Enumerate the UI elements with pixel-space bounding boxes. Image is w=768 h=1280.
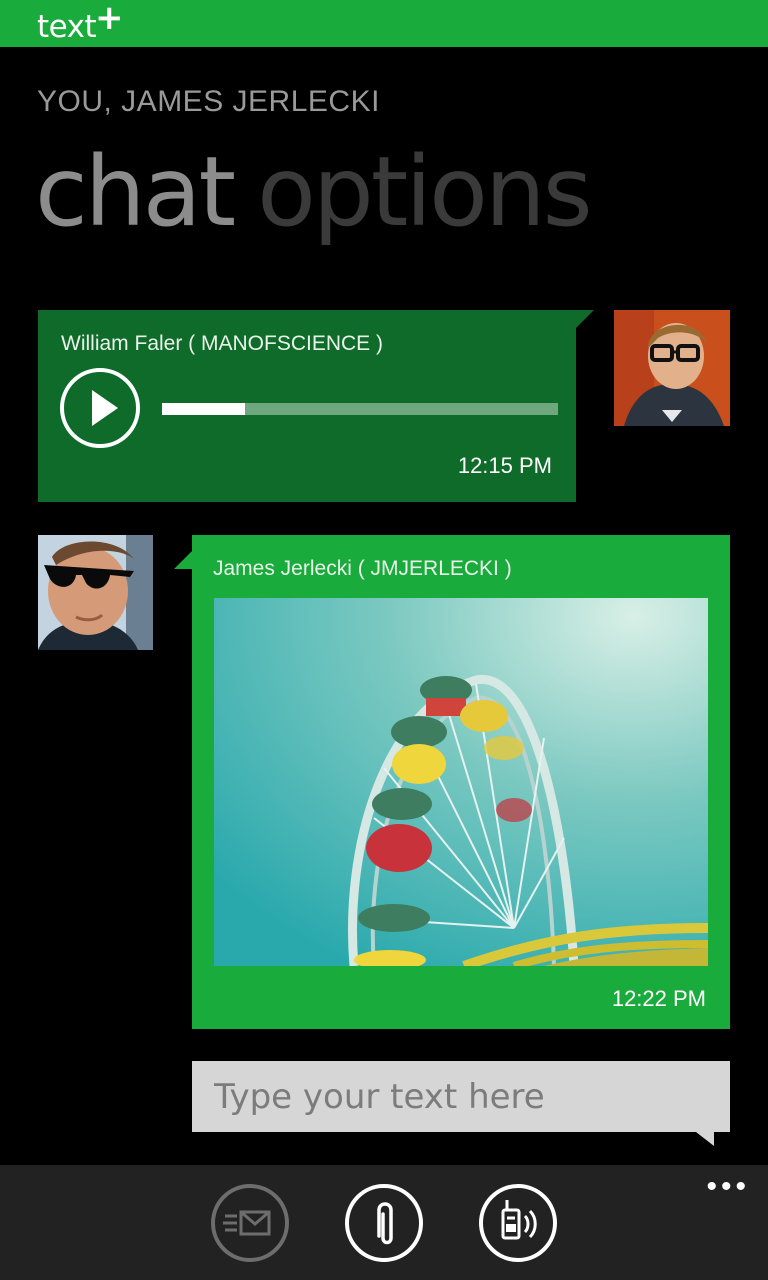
pivot-tab-options[interactable]: options bbox=[257, 136, 593, 248]
app-title-bar: text + bbox=[0, 0, 768, 47]
conversation-title: YOU, JAMES JERLECKI bbox=[37, 85, 380, 118]
app-logo: text bbox=[37, 9, 97, 45]
ferris-wheel-image bbox=[214, 598, 708, 966]
bubble-tail bbox=[174, 551, 192, 569]
walkie-talkie-icon-glyph bbox=[501, 1200, 537, 1240]
message-bubble-incoming: William Faler ( MANOFSCIENCE ) 12:15 PM bbox=[38, 310, 576, 502]
pivot-header: chat options bbox=[35, 132, 593, 252]
message-sender: William Faler ( MANOFSCIENCE ) bbox=[61, 332, 384, 355]
bubble-tail bbox=[576, 310, 594, 328]
avatar-photo bbox=[614, 310, 730, 426]
pivot-tab-chat[interactable]: chat bbox=[35, 136, 236, 248]
more-options-icon[interactable]: ••• bbox=[706, 1172, 750, 1202]
compose-tail bbox=[696, 1132, 714, 1146]
application-bar: ••• bbox=[0, 1165, 768, 1280]
message-input[interactable] bbox=[192, 1061, 730, 1132]
paperclip-icon[interactable] bbox=[345, 1184, 423, 1262]
audio-progress-fill bbox=[162, 403, 246, 415]
audio-progress-bar[interactable] bbox=[162, 403, 558, 415]
avatar-james-jerlecki[interactable] bbox=[38, 535, 153, 650]
avatar-william-faler[interactable] bbox=[614, 310, 730, 426]
avatar-photo bbox=[38, 535, 153, 650]
message-bubble-outgoing: James Jerlecki ( JMJERLECKI ) 12:22 PM bbox=[192, 535, 730, 1029]
app-logo-plus: + bbox=[95, 0, 124, 38]
compose-box bbox=[192, 1061, 730, 1132]
shared-photo[interactable] bbox=[214, 598, 708, 966]
message-envelope-icon[interactable] bbox=[211, 1184, 289, 1262]
message-timestamp: 12:22 PM bbox=[611, 986, 706, 1011]
message-timestamp: 12:15 PM bbox=[457, 453, 552, 478]
walkie-talkie-icon[interactable] bbox=[479, 1184, 557, 1262]
message-envelope-icon-glyph bbox=[223, 1210, 271, 1236]
play-icon[interactable] bbox=[60, 368, 140, 448]
paperclip-icon-glyph bbox=[377, 1202, 393, 1245]
message-sender: James Jerlecki ( JMJERLECKI ) bbox=[213, 557, 512, 580]
